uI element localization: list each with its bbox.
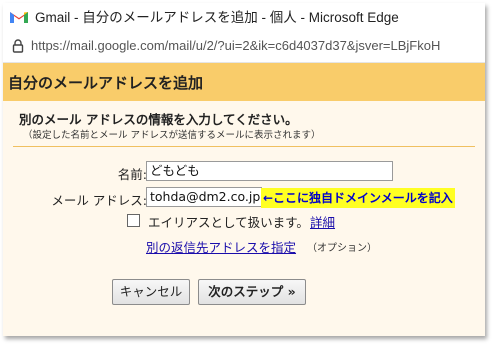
option-note: （オプション） — [307, 243, 377, 254]
next-step-button[interactable]: 次のステップ » — [198, 279, 306, 305]
email-label: メール アドレス: — [51, 193, 147, 208]
browser-window: Gmail - 自分のメールアドレスを追加 - 個人 - Microsoft E… — [3, 3, 485, 336]
section-title: 別のメール アドレスの情報を入力してください。 — [19, 112, 298, 127]
name-input[interactable]: どもども — [146, 161, 393, 181]
email-input[interactable]: tohda@dm2.co.jp — [146, 187, 262, 207]
lock-icon[interactable] — [11, 38, 25, 54]
annotation-callout: ←ここに独自ドメインメールを記入 — [261, 188, 455, 208]
alias-checkbox[interactable] — [127, 214, 140, 227]
reply-to-link[interactable]: 別の返信先アドレスを指定 — [146, 237, 296, 256]
address-bar[interactable]: https://mail.google.com/mail/u/2/?ui=2&i… — [3, 29, 485, 63]
dialog-header: 自分のメールアドレスを追加 — [3, 63, 485, 101]
divider — [13, 146, 475, 147]
section-note: （設定した名前とメール アドレスが送信するメールに表示されます） — [23, 130, 321, 141]
url-text[interactable]: https://mail.google.com/mail/u/2/?ui=2&i… — [31, 38, 440, 53]
gmail-icon — [9, 8, 31, 24]
name-label: 名前: — [117, 167, 147, 182]
alias-label: エイリアスとして扱います。 — [148, 215, 309, 230]
window-title: Gmail - 自分のメールアドレスを追加 - 個人 - Microsoft E… — [35, 10, 399, 25]
title-bar: Gmail - 自分のメールアドレスを追加 - 個人 - Microsoft E… — [3, 3, 485, 29]
dialog-title: 自分のメールアドレスを追加 — [8, 73, 204, 92]
details-link[interactable]: 詳細 — [310, 212, 335, 231]
cancel-button[interactable]: キャンセル — [112, 279, 190, 305]
